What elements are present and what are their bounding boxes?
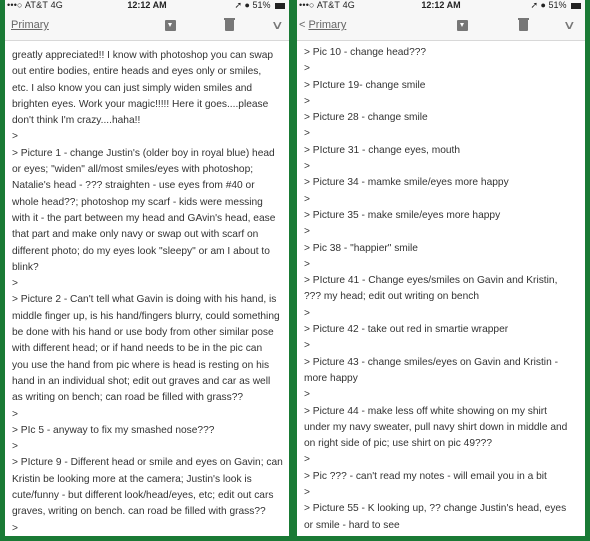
email-body-line: middle finger up, is his hand/fingers bl… <box>12 310 280 322</box>
alarm-icon: ● <box>540 0 546 10</box>
email-body-line: on right side of pic; use shirt on pic 4… <box>304 438 493 450</box>
email-body-line: out entire bodies, entire heads and eyes… <box>12 66 262 78</box>
back-label: Primary <box>11 19 49 31</box>
location-icon: ➚ <box>530 0 538 10</box>
email-body-line: with it - the part between my head and G… <box>12 212 276 224</box>
email-body-line: > Picture 35 - make smile/eyes more happ… <box>304 209 501 221</box>
mail-toolbar: Primary ∨ <box>5 13 289 41</box>
email-body-line: hand in an individual shot; edit out gra… <box>12 375 271 387</box>
email-body-line: cute/funny - but different look/head/eye… <box>12 490 274 502</box>
trash-icon[interactable] <box>518 18 529 31</box>
email-body-line: > <box>304 389 310 401</box>
email-body-line: Natalie's head - ??? straighten - use ey… <box>12 180 255 192</box>
email-body-line: > <box>304 487 310 499</box>
email-body-line: > <box>304 128 310 140</box>
trash-icon[interactable] <box>224 18 235 31</box>
email-screen-right: •••○ AT&T 4G 12:12 AM ➚ ● 51% < Primary ∨… <box>297 0 585 536</box>
email-body-line: > PIcture 9 - Different head or smile an… <box>12 457 283 469</box>
battery-percent: 51% <box>252 0 271 10</box>
email-body-line: > <box>12 408 18 420</box>
email-body-line: > Picture 28 - change smile <box>304 112 428 124</box>
alarm-icon: ● <box>244 0 250 10</box>
email-body-line: > Pic 38 - "happier" smile <box>304 242 418 254</box>
email-body-line: > Picture 55 - K looking up, ?? change J… <box>304 503 567 515</box>
email-body-line: whole head??; photoshop my scarf - kids … <box>12 196 263 208</box>
chevron-down-icon[interactable]: ∨ <box>563 18 576 32</box>
battery-icon <box>275 2 285 9</box>
back-label: Primary <box>308 19 347 31</box>
email-body-line: brighten eyes. Work your magic!!!!! Here… <box>12 98 269 110</box>
chevron-down-icon[interactable]: ∨ <box>271 18 284 32</box>
email-body-line: be done with his hand or use body from o… <box>12 327 274 339</box>
email-body-line: > Picture 42 - take out red in smartie w… <box>304 324 509 336</box>
email-body-line: > Picture 1 - change Justin's (older boy… <box>12 147 275 159</box>
location-icon: ➚ <box>234 0 242 10</box>
email-body-line: > Picture 43 - change smiles/eyes on Gav… <box>304 356 558 368</box>
email-body-line: with different head; or if hand needs to… <box>12 343 263 355</box>
email-body-line: > <box>304 340 310 352</box>
email-body-line: > <box>304 63 310 75</box>
email-body-line: > <box>304 454 310 466</box>
email-body-lines: greatly appreciated!! I know with photos… <box>12 48 285 536</box>
email-body-line: > <box>12 278 18 290</box>
mail-toolbar: < Primary ∨ <box>297 13 585 41</box>
email-body-line: > <box>12 131 18 143</box>
email-body-line: you use the hand from pic where is head … <box>12 359 270 371</box>
email-body-lines: > Pic 10 - change head??? > > PIcture 19- … <box>304 45 581 534</box>
back-to-primary-link[interactable]: < Primary <box>299 19 346 31</box>
email-body-line: > <box>304 258 310 270</box>
email-body-line: > PIcture 41 - Change eyes/smiles on Gav… <box>304 275 558 287</box>
status-bar: •••○ AT&T 4G 12:12 AM ➚ ● 51% <box>5 0 289 13</box>
archive-icon[interactable] <box>457 20 468 31</box>
email-screen-left: •••○ AT&T 4G 12:12 AM ➚ ● 51% Primary ∨ … <box>5 0 289 536</box>
chevron-left-icon: < <box>299 19 306 31</box>
battery-indicator: ➚ ● 51% <box>234 0 285 10</box>
email-body-line: that part and make only navy or swap out… <box>12 229 259 241</box>
battery-indicator: ➚ ● 51% <box>530 0 581 10</box>
email-body-line: > Picture 34 - mamke smile/eyes more hap… <box>304 177 509 189</box>
email-body-line: as writing on bench; can road be filled … <box>12 392 244 404</box>
email-body-line: > Pic ??? - can't read my notes - will e… <box>304 470 547 482</box>
email-body-line: > <box>304 226 310 238</box>
email-body-line: > <box>304 307 310 319</box>
email-body-line: Kristin be looking more at the camera; J… <box>12 473 252 485</box>
email-body-line: > <box>304 193 310 205</box>
email-body-line: more happy <box>304 372 358 384</box>
email-body-line: > PIcture 31 - change eyes, mouth <box>304 144 461 156</box>
email-body-line: don't think I'm crazy....haha!! <box>12 115 141 127</box>
email-body: > Pic 10 - change head??? > > PIcture 19- … <box>297 41 585 534</box>
email-body-line: > <box>12 441 18 453</box>
email-body-line: > PIc 5 - anyway to fix my smashed nose?… <box>12 424 215 436</box>
email-body-line: different photo; do my eyes look "sleepy… <box>12 245 270 257</box>
battery-percent: 51% <box>548 0 567 10</box>
email-body-line: > <box>304 161 310 173</box>
email-body: greatly appreciated!! I know with photos… <box>5 41 289 536</box>
email-body-line: > Pic 10 - change head??? <box>304 47 427 58</box>
email-body-line: greatly appreciated!! I know with photos… <box>12 50 274 61</box>
email-body-line: > <box>12 522 18 534</box>
email-body-line: > Picture 44 - make less off white showi… <box>304 405 548 417</box>
email-body-line: blink? <box>12 261 39 273</box>
email-body-line: etc. I also know you can just simply wid… <box>12 82 253 94</box>
email-body-line: > Picture 2 - Can't tell what Gavin is d… <box>12 294 277 306</box>
back-to-primary-link[interactable]: Primary <box>11 19 49 31</box>
email-body-line: graves, writing on bench. can road be fi… <box>12 506 266 518</box>
email-body-line: or eyes; "widen" all/most smiles/eyes wi… <box>12 164 254 176</box>
archive-icon[interactable] <box>165 20 176 31</box>
status-bar: •••○ AT&T 4G 12:12 AM ➚ ● 51% <box>297 0 585 13</box>
email-body-line: > <box>304 95 310 107</box>
email-body-line: > PIcture 19- change smile <box>304 79 426 91</box>
email-body-line: or smile - hard to see <box>304 519 400 531</box>
email-body-line: ??? my head; edit out writing on bench <box>304 291 479 303</box>
email-body-line: under my navy sweater, pull navy shirt d… <box>304 421 568 433</box>
battery-icon <box>571 2 581 9</box>
